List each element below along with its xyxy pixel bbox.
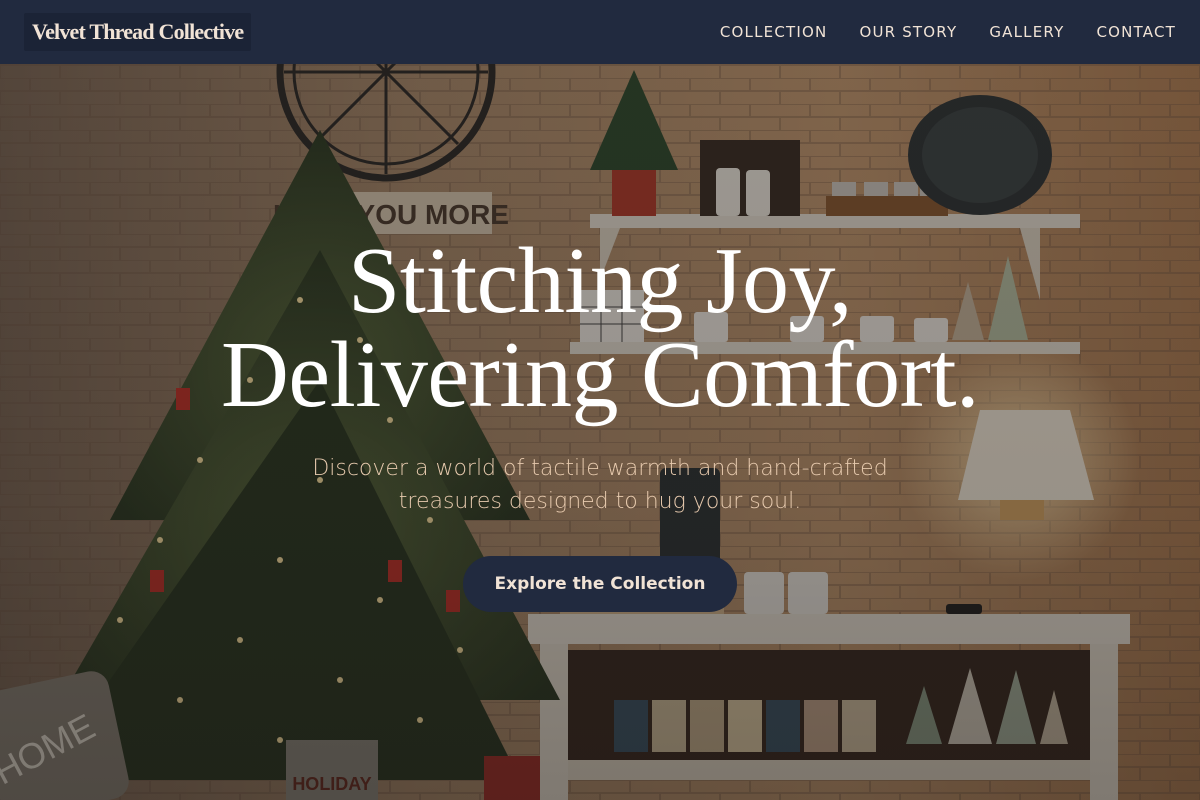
nav-link-gallery[interactable]: GALLERY [989,23,1064,41]
top-navbar: Velvet Thread Collective COLLECTION OUR … [0,0,1200,64]
hero-section: LOVE YOU MORE [0,64,1200,800]
hero-headline: Stitching Joy, Delivering Comfort. [0,234,1200,422]
hero-content: Stitching Joy, Delivering Comfort. Disco… [0,234,1200,612]
explore-collection-button[interactable]: Explore the Collection [462,556,738,612]
nav-menu: COLLECTION OUR STORY GALLERY CONTACT [720,23,1176,41]
nav-link-our-story[interactable]: OUR STORY [859,23,957,41]
brand-logo[interactable]: Velvet Thread Collective [24,13,252,51]
hero-headline-line1: Stitching Joy, [348,229,852,333]
nav-link-contact[interactable]: CONTACT [1096,23,1176,41]
hero-headline-line2: Delivering Comfort. [220,323,980,427]
hero-subtext: Discover a world of tactile warmth and h… [312,456,888,514]
nav-link-collection[interactable]: COLLECTION [720,23,828,41]
